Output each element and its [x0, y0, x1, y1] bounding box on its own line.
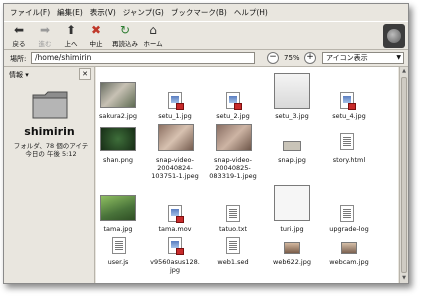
image-badge-icon	[234, 103, 242, 110]
menu-view[interactable]: 表示(V)	[90, 7, 116, 18]
zoom-out-button[interactable]: −	[267, 52, 279, 64]
file-label-web622[interactable]: web622.jpg	[264, 258, 320, 266]
text-file-icon[interactable]	[226, 237, 240, 254]
file-thumbnail-tama[interactable]	[100, 195, 136, 221]
file-label-setu3[interactable]: setu_3.jpg	[264, 112, 320, 120]
toolbar: ⬅ 戻る ➡ 進む ⬆ 上へ ✖ 中止 ↻ 再読込み ⌂ ホーム	[4, 21, 408, 50]
file-thumbnail-sakura2[interactable]	[100, 82, 136, 108]
image-file-icon[interactable]	[168, 237, 184, 255]
html-file-icon[interactable]	[340, 133, 354, 150]
view-mode-select[interactable]: アイコン表示 ▼	[322, 52, 404, 64]
menu-go[interactable]: ジャンプ(G)	[123, 7, 164, 18]
file-label-turi[interactable]: turi.jpg	[264, 225, 320, 233]
stop-icon: ✖	[90, 23, 102, 37]
throbber	[383, 24, 405, 48]
script-file-icon[interactable]	[112, 237, 126, 254]
folder-date: 今日の 午後 5:12	[25, 150, 77, 158]
icon-view[interactable]: sakura2.jpg setu_1.jpg setu_2.jpg setu_3…	[96, 67, 398, 283]
file-thumbnail-snap[interactable]	[283, 141, 301, 151]
file-thumbnail-shan[interactable]	[100, 127, 136, 151]
movie-file-icon[interactable]	[168, 205, 184, 223]
home-button[interactable]: ⌂ ホーム	[140, 23, 166, 49]
file-label-setu4[interactable]: setu_4.jpg	[321, 112, 377, 120]
text-file-icon[interactable]	[340, 205, 354, 222]
back-button[interactable]: ⬅ 戻る	[8, 23, 30, 49]
forward-button[interactable]: ➡ 進む	[34, 23, 56, 49]
image-file-icon[interactable]	[226, 92, 242, 110]
reload-button[interactable]: ↻ 再読込み	[110, 23, 140, 49]
menu-bookmarks[interactable]: ブックマーク(B)	[171, 7, 227, 18]
reload-label: 再読込み	[112, 40, 138, 48]
file-label-snap[interactable]: snap.jpg	[264, 156, 320, 164]
file-thumbnail-snap-video-2[interactable]	[216, 124, 252, 151]
location-label: 場所:	[10, 55, 27, 63]
file-label-setu1[interactable]: setu_1.jpg	[147, 112, 203, 120]
view-mode-value: アイコン表示	[326, 54, 368, 62]
scroll-down-icon[interactable]: ▼	[400, 274, 408, 283]
file-label-webcam[interactable]: webcam.jpg	[321, 258, 377, 266]
arrow-right-icon: ➡	[39, 23, 51, 37]
file-label-tatuo[interactable]: tatuo.txt	[205, 225, 261, 233]
scroll-up-icon[interactable]: ▲	[400, 67, 408, 76]
file-label-v9560[interactable]: v9560asus128. jpg	[147, 258, 203, 274]
file-label-sakura2[interactable]: sakura2.jpg	[90, 112, 146, 120]
side-pane-header: 情報 ▾ ✕	[4, 67, 95, 81]
menu-edit[interactable]: 編集(E)	[57, 7, 83, 18]
zoom-level[interactable]: 75%	[284, 54, 300, 62]
up-label: 上へ	[64, 40, 78, 48]
location-bar: 場所: /home/shimirin − 75% + アイコン表示 ▼	[4, 50, 408, 67]
menu-file[interactable]: ファイル(F)	[10, 7, 50, 18]
file-label-snap-video-1[interactable]: snap-video- 20040824- 103751-1.jpeg	[147, 156, 203, 180]
back-label: 戻る	[12, 40, 26, 48]
stop-label: 中止	[89, 40, 103, 48]
file-thumbnail-turi[interactable]	[274, 185, 310, 221]
folder-icon	[32, 91, 68, 119]
image-badge-icon	[348, 103, 356, 110]
arrow-left-icon: ⬅	[13, 23, 25, 37]
text-file-icon[interactable]	[226, 205, 240, 222]
menubar: ファイル(F) 編集(E) 表示(V) ジャンプ(G) ブックマーク(B) ヘル…	[4, 4, 408, 21]
folder-name: shimirin	[24, 125, 75, 138]
file-thumbnail-web622[interactable]	[284, 242, 300, 254]
folder-count: フォルダ、78 個のアイテ	[13, 142, 89, 150]
image-badge-icon	[176, 248, 184, 255]
file-label-setu2[interactable]: setu_2.jpg	[205, 112, 261, 120]
scrollbar-thumb[interactable]	[401, 77, 407, 273]
file-label-web1[interactable]: web1.sed	[205, 258, 261, 266]
file-label-upgrade-log[interactable]: upgrade-log	[321, 225, 377, 233]
folder-info: フォルダ、78 個のアイテ 今日の 午後 5:12	[8, 142, 94, 158]
vertical-scrollbar[interactable]: ▲ ▼	[399, 67, 408, 283]
file-manager-window: ファイル(F) 編集(E) 表示(V) ジャンプ(G) ブックマーク(B) ヘル…	[3, 3, 409, 284]
file-label-snap-video-2[interactable]: snap-video- 20040825- 083319-1.jpeg	[205, 156, 261, 180]
close-icon[interactable]: ✕	[79, 68, 91, 80]
file-label-user-js[interactable]: user.js	[90, 258, 146, 266]
stop-button[interactable]: ✖ 中止	[85, 23, 107, 49]
file-thumbnail-webcam[interactable]	[341, 242, 357, 254]
forward-label: 進む	[38, 40, 52, 48]
arrow-up-icon: ⬆	[65, 23, 77, 37]
menu-help[interactable]: ヘルプ(H)	[234, 7, 268, 18]
image-file-icon[interactable]	[168, 92, 184, 110]
image-badge-icon	[176, 103, 184, 110]
zoom-in-button[interactable]: +	[304, 52, 316, 64]
file-label-shan[interactable]: shan.png	[90, 156, 146, 164]
location-input[interactable]: /home/shimirin	[31, 52, 255, 64]
up-button[interactable]: ⬆ 上へ	[60, 23, 82, 49]
file-label-tama-jpg[interactable]: tama.jpg	[90, 225, 146, 233]
home-icon: ⌂	[149, 23, 157, 37]
side-pane-title[interactable]: 情報 ▾	[9, 70, 29, 80]
file-label-tama-mov[interactable]: tama.mov	[147, 225, 203, 233]
side-pane: 情報 ▾ ✕ shimirin フォルダ、78 個のアイテ 今日の 午後 5:1…	[4, 67, 95, 283]
file-label-story[interactable]: story.html	[321, 156, 377, 164]
reload-icon: ↻	[119, 23, 131, 37]
chevron-down-icon: ▼	[396, 54, 401, 61]
file-thumbnail-snap-video-1[interactable]	[158, 124, 194, 151]
movie-badge-icon	[176, 216, 184, 223]
home-label: ホーム	[143, 40, 163, 48]
image-file-icon[interactable]	[340, 92, 356, 110]
file-thumbnail-setu3[interactable]	[274, 73, 310, 109]
